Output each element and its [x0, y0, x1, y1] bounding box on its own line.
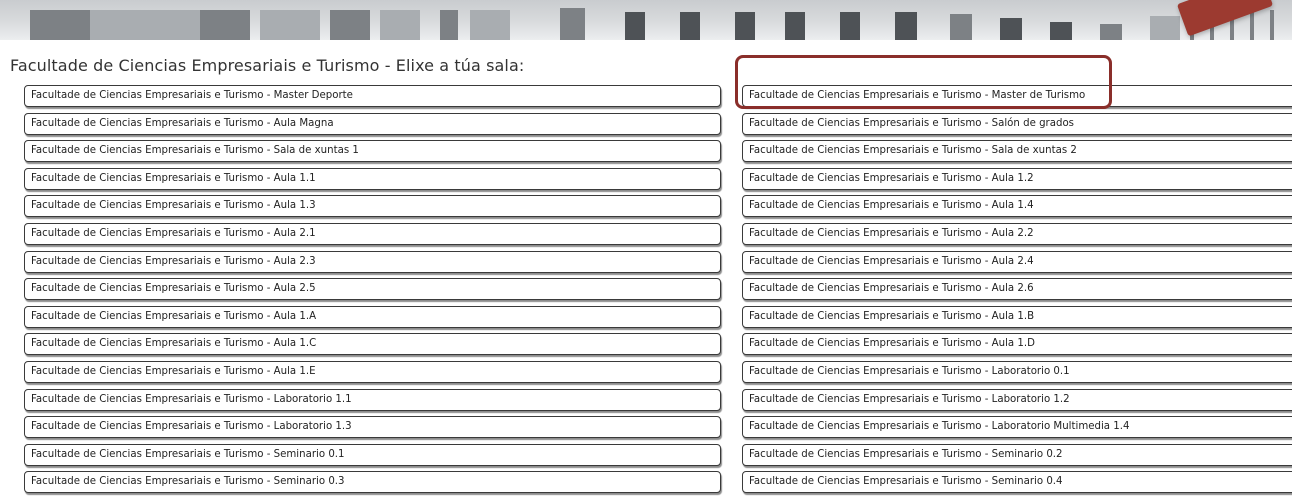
- room-option-button[interactable]: Facultade de Ciencias Empresariais e Tur…: [742, 278, 1292, 301]
- room-option-button[interactable]: Facultade de Ciencias Empresariais e Tur…: [24, 278, 721, 301]
- room-option-button[interactable]: Facultade de Ciencias Empresariais e Tur…: [24, 305, 721, 328]
- room-option-button[interactable]: Facultade de Ciencias Empresariais e Tur…: [24, 85, 721, 107]
- room-option-button[interactable]: Facultade de Ciencias Empresariais e Tur…: [742, 443, 1292, 466]
- room-option-button[interactable]: Facultade de Ciencias Empresariais e Tur…: [24, 333, 721, 356]
- page-title: Facultade de Ciencias Empresariais e Tur…: [10, 56, 525, 75]
- room-option-button[interactable]: Facultade de Ciencias Empresariais e Tur…: [24, 112, 721, 135]
- room-option-button[interactable]: Facultade de Ciencias Empresariais e Tur…: [24, 471, 721, 494]
- room-option-button[interactable]: Facultade de Ciencias Empresariais e Tur…: [742, 112, 1292, 135]
- room-option-button[interactable]: Facultade de Ciencias Empresariais e Tur…: [742, 305, 1292, 328]
- room-option-button[interactable]: Facultade de Ciencias Empresariais e Tur…: [24, 416, 721, 439]
- room-option-button[interactable]: Facultade de Ciencias Empresariais e Tur…: [24, 250, 721, 273]
- room-option-button[interactable]: Facultade de Ciencias Empresariais e Tur…: [24, 360, 721, 383]
- header-banner-image: [0, 0, 1292, 40]
- annotation-highlight-box: [735, 55, 1112, 109]
- room-option-button[interactable]: Facultade de Ciencias Empresariais e Tur…: [742, 333, 1292, 356]
- room-option-button[interactable]: Facultade de Ciencias Empresariais e Tur…: [24, 140, 721, 163]
- room-option-button[interactable]: Facultade de Ciencias Empresariais e Tur…: [742, 416, 1292, 439]
- room-option-button[interactable]: Facultade de Ciencias Empresariais e Tur…: [742, 471, 1292, 494]
- room-option-button[interactable]: Facultade de Ciencias Empresariais e Tur…: [742, 140, 1292, 163]
- room-option-button[interactable]: Facultade de Ciencias Empresariais e Tur…: [24, 443, 721, 466]
- room-option-button[interactable]: Facultade de Ciencias Empresariais e Tur…: [742, 222, 1292, 245]
- room-option-button[interactable]: Facultade de Ciencias Empresariais e Tur…: [24, 195, 721, 218]
- room-option-button[interactable]: Facultade de Ciencias Empresariais e Tur…: [742, 388, 1292, 411]
- annotation-arrow-icon: [1176, 0, 1274, 37]
- room-option-button[interactable]: Facultade de Ciencias Empresariais e Tur…: [24, 222, 721, 245]
- room-option-button[interactable]: Facultade de Ciencias Empresariais e Tur…: [24, 167, 721, 190]
- room-list-right: Facultade de Ciencias Empresariais e Tur…: [742, 85, 1292, 499]
- room-option-button[interactable]: Facultade de Ciencias Empresariais e Tur…: [742, 167, 1292, 190]
- room-option-button[interactable]: Facultade de Ciencias Empresariais e Tur…: [742, 360, 1292, 383]
- room-option-button[interactable]: Facultade de Ciencias Empresariais e Tur…: [742, 195, 1292, 218]
- room-option-button[interactable]: Facultade de Ciencias Empresariais e Tur…: [742, 250, 1292, 273]
- room-list-left: Facultade de Ciencias Empresariais e Tur…: [24, 85, 721, 499]
- room-option-button[interactable]: Facultade de Ciencias Empresariais e Tur…: [24, 388, 721, 411]
